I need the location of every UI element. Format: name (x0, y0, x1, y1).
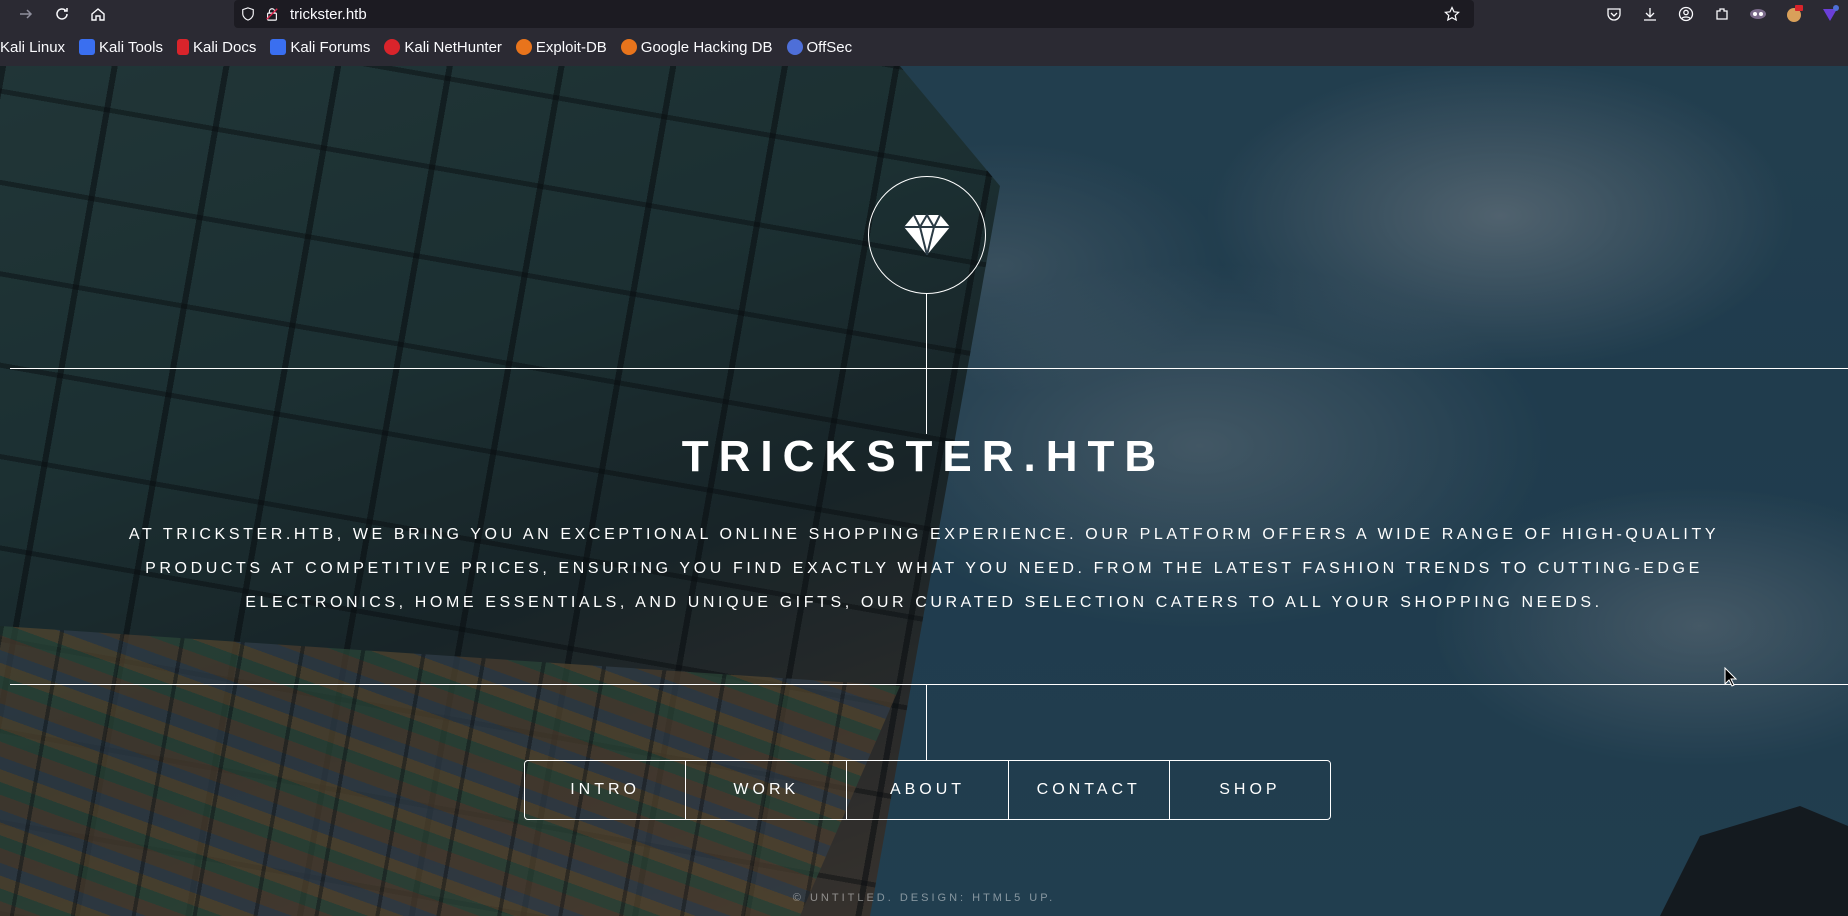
nav-intro[interactable]: INTRO (525, 761, 685, 819)
mouse-cursor-icon (1724, 667, 1738, 687)
nav-about[interactable]: ABOUT (846, 761, 1007, 819)
diamond-icon (904, 213, 950, 256)
header-divider-top (10, 368, 1848, 369)
nav-contact[interactable]: CONTACT (1007, 761, 1169, 819)
toolbar-right-icons (1596, 0, 1848, 28)
bookmark-kali-linux[interactable]: Kali Linux (0, 39, 65, 56)
lock-icon[interactable] (262, 0, 282, 28)
kali-forums-icon (270, 39, 287, 55)
main-nav: INTRO WORK ABOUT CONTACT SHOP (524, 760, 1331, 820)
cookie-extension-icon[interactable] (1776, 0, 1812, 28)
kali-nethunter-icon (384, 39, 401, 55)
header-connector-top (926, 293, 927, 434)
nav-shop[interactable]: SHOP (1168, 761, 1330, 819)
kali-tools-icon (79, 39, 96, 55)
wappalyzer-icon[interactable] (1812, 0, 1848, 28)
bookmark-offsec[interactable]: OffSec (786, 38, 853, 56)
bookmark-label: OffSec (806, 38, 853, 56)
bookmark-label: Kali Linux (0, 38, 66, 56)
arrow-right-icon (20, 9, 33, 19)
browser-toolbar: trickster.htb (0, 0, 1848, 28)
reload-icon (56, 8, 68, 20)
home-icon (91, 8, 105, 21)
bookmark-exploit-db[interactable]: Exploit-DB (515, 38, 607, 56)
exploit-db-icon (515, 39, 532, 55)
home-button[interactable] (80, 0, 116, 28)
url-text[interactable]: trickster.htb (290, 6, 367, 23)
bookmark-kali-forums[interactable]: Kali Forums (270, 39, 370, 56)
page-title: TRICKSTER.HTB (681, 432, 1167, 481)
offsec-icon (786, 39, 803, 55)
bookmark-label: Exploit-DB (535, 38, 607, 56)
bookmark-kali-nethunter[interactable]: Kali NetHunter (384, 39, 502, 56)
header-connector-bottom (926, 684, 927, 760)
ghdb-icon (620, 39, 637, 55)
reload-button[interactable] (44, 0, 80, 28)
bookmark-label: Kali NetHunter (404, 38, 502, 56)
bookmark-kali-docs[interactable]: Kali Docs (176, 38, 257, 56)
shield-icon[interactable] (234, 0, 262, 28)
bookmark-label: Kali Docs (192, 38, 257, 56)
header-divider-bottom (10, 684, 1848, 685)
extensions-icon[interactable] (1704, 0, 1740, 28)
kali-docs-icon (176, 39, 189, 55)
account-icon[interactable] (1668, 0, 1704, 28)
page-description: At trickster.htb, we bring you an except… (128, 526, 1720, 611)
bookmark-kali-tools[interactable]: Kali Tools (79, 39, 163, 56)
forward-button[interactable] (8, 0, 44, 28)
nav-work[interactable]: WORK (685, 761, 846, 819)
bookmark-ghdb[interactable]: Google Hacking DB (620, 38, 773, 56)
footer-copyright: © UNTITLED. DESIGN: HTML5 UP. (792, 892, 1056, 904)
bookmark-label: Kali Tools (99, 38, 163, 56)
bookmark-label: Kali Forums (290, 38, 371, 56)
bookmark-label: Google Hacking DB (640, 38, 773, 56)
download-icon[interactable] (1632, 0, 1668, 28)
logo (868, 176, 986, 294)
page-content: TRICKSTER.HTB At trickster.htb, we bring… (0, 66, 1848, 916)
foxyproxy-icon[interactable] (1740, 0, 1776, 28)
bookmarks-bar: Kali Linux Kali Tools Kali Docs Kali For… (0, 28, 1848, 67)
address-bar[interactable]: trickster.htb (234, 0, 1474, 28)
pocket-icon[interactable] (1596, 0, 1632, 28)
bookmark-star-icon[interactable] (1438, 0, 1466, 28)
